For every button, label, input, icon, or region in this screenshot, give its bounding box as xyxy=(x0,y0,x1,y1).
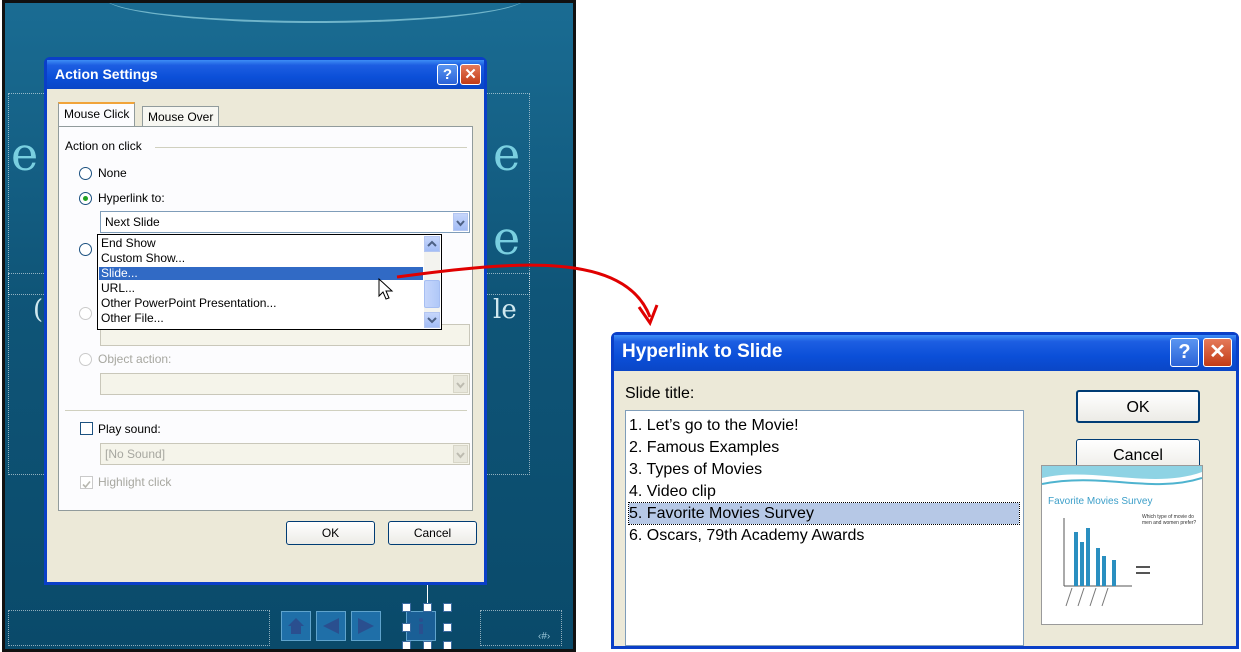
slide-title-list[interactable]: 1. Let’s go to the Movie! 2. Famous Exam… xyxy=(625,410,1024,646)
slide-preview-graphic xyxy=(1042,466,1202,607)
slide-swoosh xyxy=(105,3,525,23)
close-button[interactable]: ✕ xyxy=(1203,338,1232,367)
tab-mouse-click[interactable]: Mouse Click xyxy=(58,102,136,127)
resize-handle[interactable] xyxy=(402,641,411,649)
triangle-right-icon xyxy=(358,618,374,634)
resize-handle[interactable] xyxy=(443,641,452,649)
close-icon: ✕ xyxy=(1209,341,1226,363)
scroll-up-icon[interactable] xyxy=(424,236,440,252)
close-icon: ✕ xyxy=(464,66,477,83)
help-button[interactable]: ? xyxy=(1170,338,1199,367)
help-icon: ? xyxy=(442,66,453,83)
slide-number-text: ‹#› xyxy=(538,631,551,642)
chevron-down-icon xyxy=(453,445,468,463)
dropdown-item[interactable]: URL... xyxy=(101,282,135,295)
home-action-button[interactable] xyxy=(281,611,311,641)
dialog-title: Hyperlink to Slide xyxy=(622,341,783,362)
title-bar[interactable]: Action Settings ? ✕ xyxy=(47,60,484,89)
dropdown-item-selected[interactable]: Slide... xyxy=(99,267,423,280)
sound-select-value: [No Sound] xyxy=(105,447,166,461)
object-action-select xyxy=(100,373,470,395)
dropdown-item[interactable]: End Show xyxy=(101,237,156,250)
slide-preview: Favorite Movies Survey Which type of mov… xyxy=(1041,465,1203,625)
slide-bg-text: ( xyxy=(33,295,44,325)
resize-handle[interactable] xyxy=(423,641,432,649)
slide-bg-letter: e xyxy=(11,127,39,181)
run-program-radio[interactable] xyxy=(79,243,92,256)
dropdown-item[interactable]: Other PowerPoint Presentation... xyxy=(101,297,276,310)
separator xyxy=(65,410,467,411)
list-item[interactable]: 1. Let’s go to the Movie! xyxy=(629,415,799,436)
close-button[interactable]: ✕ xyxy=(460,64,481,85)
rotate-handle-line xyxy=(427,583,428,605)
dialog-title: Action Settings xyxy=(55,66,158,82)
highlight-click-label: Highlight click xyxy=(98,475,172,489)
slide-title-label: Slide title: xyxy=(625,385,695,402)
mouse-cursor-icon xyxy=(378,278,394,300)
slide-footer-placeholder xyxy=(8,610,270,646)
list-item[interactable]: 2. Famous Examples xyxy=(629,437,779,458)
none-radio[interactable] xyxy=(79,167,92,180)
resize-handle[interactable] xyxy=(402,603,411,612)
dropdown-item[interactable]: Custom Show... xyxy=(101,252,185,265)
resize-handle[interactable] xyxy=(402,623,411,632)
home-icon xyxy=(288,618,304,634)
list-item[interactable]: 3. Types of Movies xyxy=(629,459,762,480)
play-sound-checkbox[interactable] xyxy=(80,422,93,435)
connector-arrow xyxy=(396,263,659,327)
ok-button[interactable]: OK xyxy=(286,521,375,545)
play-sound-label[interactable]: Play sound: xyxy=(98,422,161,436)
hyperlink-select[interactable]: Next Slide xyxy=(100,211,470,233)
title-bar[interactable]: Hyperlink to Slide ? ✕ xyxy=(614,335,1236,371)
resize-handle[interactable] xyxy=(423,603,432,612)
ok-button[interactable]: OK xyxy=(1076,390,1200,423)
none-label[interactable]: None xyxy=(98,166,127,180)
chevron-down-icon[interactable] xyxy=(453,213,468,231)
list-item[interactable]: 6. Oscars, 79th Academy Awards xyxy=(629,525,864,546)
highlight-click-checkbox[interactable] xyxy=(80,476,93,489)
run-macro-radio[interactable] xyxy=(79,307,92,320)
help-icon: ? xyxy=(1178,341,1191,363)
help-button[interactable]: ? xyxy=(437,64,458,85)
hyperlink-select-value: Next Slide xyxy=(105,215,160,229)
forward-action-button[interactable] xyxy=(351,611,381,641)
group-label: Action on click xyxy=(65,139,142,153)
triangle-left-icon xyxy=(323,618,339,634)
chevron-down-icon xyxy=(453,375,468,393)
tab-mouse-over[interactable]: Mouse Over xyxy=(142,106,220,126)
slide-bg-letter: e xyxy=(493,127,521,181)
dropdown-item[interactable]: Other File... xyxy=(101,312,164,325)
sound-select: [No Sound] xyxy=(100,443,470,465)
hyperlink-label[interactable]: Hyperlink to: xyxy=(98,191,165,205)
group-divider xyxy=(155,147,467,148)
list-item-selected[interactable]: 5. Favorite Movies Survey xyxy=(628,502,1020,525)
resize-handle[interactable] xyxy=(443,623,452,632)
hyperlink-to-slide-dialog: Hyperlink to Slide ? ✕ Slide title: 1. L… xyxy=(611,332,1239,649)
list-item[interactable]: 4. Video clip xyxy=(629,481,716,502)
preview-title: Favorite Movies Survey xyxy=(1048,496,1153,507)
object-action-label: Object action: xyxy=(98,352,172,366)
radio-selected-dot xyxy=(83,196,88,201)
object-action-radio[interactable] xyxy=(79,353,92,366)
preview-question: Which type of movie do men and women pre… xyxy=(1142,514,1197,526)
info-icon xyxy=(419,618,423,634)
check-icon xyxy=(82,480,91,489)
hyperlink-radio[interactable] xyxy=(79,192,92,205)
resize-handle[interactable] xyxy=(443,603,452,612)
back-action-button[interactable] xyxy=(316,611,346,641)
cancel-button[interactable]: Cancel xyxy=(388,521,477,545)
